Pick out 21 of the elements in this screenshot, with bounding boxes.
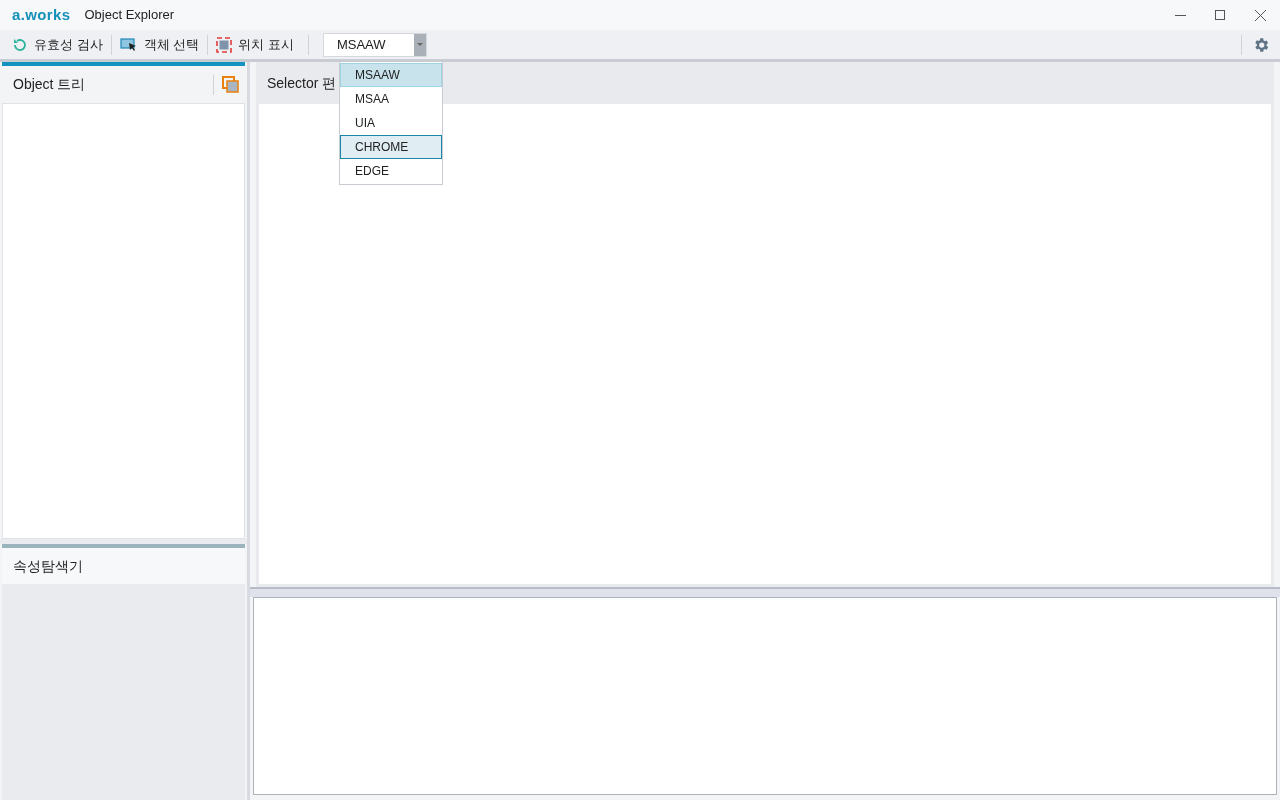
splitter-bar[interactable]	[250, 587, 1280, 597]
dropdown-option[interactable]: EDGE	[340, 159, 442, 183]
target-frame-icon	[216, 36, 233, 53]
toolbar-button[interactable]: 위치 표시	[216, 34, 294, 55]
panel-title: Object 트리	[13, 75, 87, 94]
caret-icon	[413, 33, 426, 56]
panel-title: Selector 편	[267, 73, 337, 93]
app-logo: a.works	[12, 4, 71, 25]
mode-combo[interactable]: MSAAW	[322, 32, 427, 57]
copy-icon[interactable]	[222, 76, 239, 93]
dropdown-option[interactable]: UIA	[340, 111, 442, 135]
close-icon	[1254, 9, 1266, 21]
panel-title: 속성탐색기	[13, 556, 83, 576]
window-title: Object Explorer	[84, 6, 175, 25]
dropdown-option[interactable]: CHROME	[340, 135, 442, 159]
dropdown-option[interactable]: MSAAW	[340, 63, 442, 87]
toolbar-button[interactable]: 객체 선택	[119, 34, 200, 55]
refresh-icon	[12, 36, 28, 53]
toolbar-button[interactable]: 유효성 검사	[12, 34, 103, 55]
dropdown-option[interactable]: MSAA	[340, 87, 442, 111]
cursor-icon	[119, 36, 138, 53]
